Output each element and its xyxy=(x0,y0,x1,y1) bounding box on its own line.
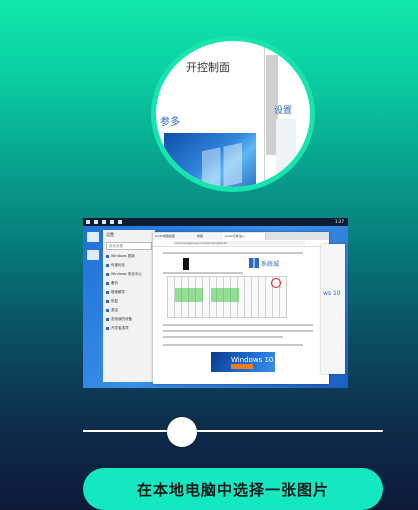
desktop-icon-computer xyxy=(87,232,99,242)
choose-local-image-button[interactable]: 在本地电脑中选择一张图片 xyxy=(83,468,383,510)
settings-item: 备份 xyxy=(103,279,155,288)
browser-tab: 教程 xyxy=(195,233,224,240)
folder-icon xyxy=(118,220,122,224)
zoom-text-left: 参多 xyxy=(160,117,180,128)
taskbar: 1:27 xyxy=(83,218,348,226)
desktop-icon-edge xyxy=(87,250,99,260)
task-view-icon xyxy=(102,220,106,224)
magnifier-preview: 开控制面 参多 设置 xyxy=(151,36,315,192)
zoom-divider xyxy=(264,41,265,187)
side-window-text: ws 10 xyxy=(323,290,341,297)
settings-item: Windows 更新 xyxy=(103,252,155,261)
text-line xyxy=(163,336,283,338)
settings-item: 恢复 xyxy=(103,297,155,306)
settings-search: 查找设置 xyxy=(106,242,152,250)
text-line xyxy=(163,330,313,332)
browser-tab: win10怎样进入... xyxy=(223,233,266,240)
text-line xyxy=(163,252,303,254)
settings-title: 设置 xyxy=(106,232,114,237)
logo-text: 系统城 xyxy=(261,261,280,268)
side-window: ws 10 xyxy=(321,244,345,374)
settings-item: 传递优化 xyxy=(103,261,155,270)
zoom-slider-fill xyxy=(83,430,167,432)
uploaded-screenshot[interactable]: 1:27 设置 查找设置 Windows 更新 传递优化 Windows 安全中… xyxy=(83,218,348,388)
browser-window: win10电脑截图 教程 win10怎样进入... www.xitongchen… xyxy=(153,232,329,384)
search-icon xyxy=(94,220,98,224)
address-field: www.xitongcheng.com/jiaocheng/win10 xyxy=(173,241,305,245)
banner-button xyxy=(231,364,253,369)
logo-icon xyxy=(249,258,259,268)
settings-item: 激活 xyxy=(103,306,155,315)
text-line xyxy=(163,344,303,346)
zoom-text-top: 开控制面 xyxy=(186,61,230,74)
text-line xyxy=(163,272,243,274)
browser-tab: win10电脑截图 xyxy=(153,233,196,240)
keyboard-highlight xyxy=(175,288,203,302)
keyboard-key-marker xyxy=(271,278,281,288)
zoom-windows-wallpaper xyxy=(164,133,256,187)
keyboard-key-image xyxy=(183,258,189,270)
address-bar: www.xitongcheng.com/jiaocheng/win10 xyxy=(153,240,329,247)
settings-item: Windows 安全中心 xyxy=(103,270,155,279)
text-line xyxy=(163,324,313,326)
zoom-slider-handle[interactable] xyxy=(167,417,197,447)
taskbar-clock: 1:27 xyxy=(335,219,344,224)
keyboard-highlight xyxy=(211,288,239,302)
site-logo: 系统城 xyxy=(249,258,283,270)
settings-item: 查找我的设备 xyxy=(103,315,155,324)
zoom-side-panel xyxy=(276,119,296,187)
zoom-slider-track[interactable] xyxy=(83,430,383,432)
zoom-text-right: 设置 xyxy=(274,106,293,116)
banner-text: Windows 10 xyxy=(231,356,274,364)
settings-window: 设置 查找设置 Windows 更新 传递优化 Windows 安全中心 备份 … xyxy=(103,230,155,382)
browser-tabs: win10电脑截图 教程 win10怎样进入... xyxy=(153,232,329,240)
settings-item: 开发者选项 xyxy=(103,324,155,333)
windows-banner: Windows 10 xyxy=(211,352,275,372)
settings-item: 疑难解答 xyxy=(103,288,155,297)
start-icon xyxy=(86,220,90,224)
edge-icon xyxy=(110,220,114,224)
